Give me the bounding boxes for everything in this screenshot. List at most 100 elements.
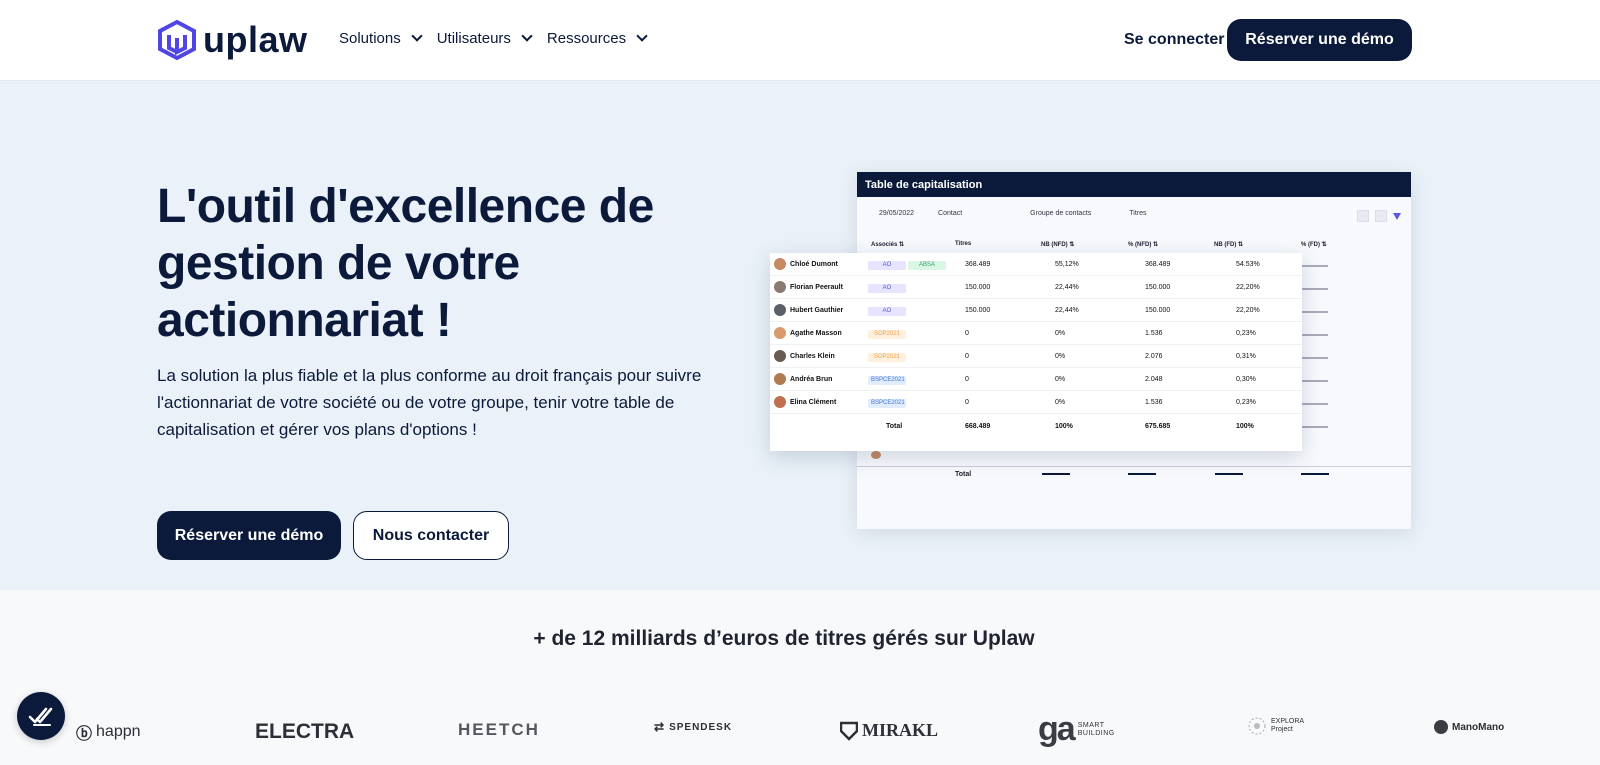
- status-badge: BSPCE2021: [868, 399, 906, 408]
- status-badge: AO: [868, 284, 906, 293]
- status-badge: AO: [868, 307, 906, 316]
- placeholder-line: [1302, 334, 1328, 336]
- shareholder-name: Florian Peerault: [790, 284, 843, 291]
- placeholder-line: [1301, 473, 1329, 475]
- pct-nfd-value: 55,12%: [1055, 261, 1079, 268]
- col-nb-fd[interactable]: NB (FD) ⇅: [1214, 241, 1243, 248]
- nb-fd-value: 368.489: [1145, 261, 1171, 268]
- titres-value: 150.000: [965, 307, 991, 314]
- titres-value: 368.489: [965, 261, 991, 268]
- pct-nfd-value: 0%: [1055, 399, 1066, 406]
- table-row[interactable]: Elina Clément BSPCE2021 0 0% 1.536 0,23%: [770, 391, 1302, 414]
- explora-text: EXPLORA Project: [1271, 718, 1304, 734]
- placeholder-line: [1215, 473, 1243, 475]
- placeholder-line: [1302, 265, 1328, 267]
- logo-text: uplaw: [203, 19, 308, 60]
- background-total-row: Total: [857, 466, 1411, 480]
- client-logos: ⓑ happn ELECTRA HEETCH ⇄ SPENDESK MIRAKL…: [0, 700, 1600, 760]
- table-row[interactable]: Hubert Gauthier AO 150.000 22,44% 150.00…: [770, 299, 1302, 322]
- avatar: [774, 327, 786, 339]
- avatar: [774, 396, 786, 408]
- placeholder-line: [1302, 288, 1328, 290]
- table-row[interactable]: Charles Klein SOP2021 0 0% 2.076 0,31%: [770, 345, 1302, 368]
- pct-nfd-value: 0%: [1055, 376, 1066, 383]
- nav-demo-button[interactable]: Réserver une démo: [1227, 19, 1412, 61]
- col-pct-fd[interactable]: % (FD) ⇅: [1301, 241, 1327, 248]
- client-logo-smart-building: ga SMART BUILDING: [1038, 710, 1122, 749]
- total-pct-nfd: 100%: [1055, 423, 1073, 430]
- placeholder-line: [1302, 311, 1328, 313]
- col-associes[interactable]: Associés ⇅: [871, 241, 904, 248]
- shareholder-name: Charles Klein: [790, 353, 835, 360]
- cap-table-title: Table de capitalisation: [857, 172, 1411, 197]
- chat-widget-button[interactable]: [17, 692, 65, 740]
- client-logo-mirakl: MIRAKL: [840, 720, 938, 741]
- contact-filter[interactable]: Contact: [938, 210, 962, 217]
- client-name: MIRAKL: [862, 720, 938, 740]
- settings-icon[interactable]: [1375, 210, 1387, 222]
- pct-nfd-value: 0%: [1055, 353, 1066, 360]
- double-check-icon: [28, 707, 53, 726]
- col-titres[interactable]: Titres: [955, 241, 971, 247]
- pct-fd-value: 22,20%: [1236, 307, 1260, 314]
- nb-fd-value: 150.000: [1145, 307, 1171, 314]
- login-link[interactable]: Se connecter: [1124, 31, 1224, 49]
- client-name: SPENDESK: [669, 721, 733, 733]
- spendesk-logo-icon: ⇄: [654, 720, 666, 734]
- menu-label: Ressources: [546, 30, 627, 47]
- nb-fd-value: 1.536: [1145, 399, 1163, 406]
- menu-label: Utilisateurs: [436, 30, 511, 47]
- stats-title: + de 12 milliards d’euros de titres géré…: [533, 627, 1035, 650]
- total-titres: 668.489: [965, 423, 991, 430]
- table-row[interactable]: Agathe Masson SOP2021 0 0% 1.536 0,23%: [770, 322, 1302, 345]
- cap-table-tools: [1357, 210, 1401, 222]
- shareholder-name: Elina Clément: [790, 399, 837, 406]
- menu-ressources[interactable]: Ressources: [546, 30, 648, 47]
- table-row[interactable]: Florian Peerault AO 150.000 22,44% 150.0…: [770, 276, 1302, 299]
- cap-table-header: Associés ⇅ Titres NB (NFD) ⇅ % (NFD) ⇅ N…: [857, 241, 1411, 253]
- date-filter[interactable]: 29/05/2022: [867, 210, 914, 217]
- client-logo-explora: EXPLORA Project: [1247, 716, 1304, 736]
- export-icon[interactable]: [1357, 210, 1369, 222]
- client-logo-spendesk: ⇄ SPENDESK: [654, 720, 732, 734]
- shareholders-panel: Chloé Dumont AO ABSA 368.489 55,12% 368.…: [770, 253, 1302, 451]
- col-nb-nfd[interactable]: NB (NFD) ⇅: [1041, 241, 1074, 248]
- col-pct-nfd[interactable]: % (NFD) ⇅: [1128, 241, 1158, 248]
- client-name: happn: [96, 723, 141, 740]
- main-menu: Solutions Utilisateurs Ressources: [339, 30, 648, 47]
- cap-table-filters: 29/05/2022 Contact Groupe de contacts Ti…: [867, 210, 1147, 217]
- top-navbar: uplaw Solutions Utilisateurs Ressources …: [0, 0, 1600, 81]
- client-name: SMART BUILDING: [1077, 721, 1115, 737]
- status-badge: ABSA: [908, 261, 946, 270]
- avatar: [774, 304, 786, 316]
- table-row[interactable]: Andréa Brun BSPCE2021 0 0% 2.048 0,30%: [770, 368, 1302, 391]
- pct-nfd-value: 22,44%: [1055, 284, 1079, 291]
- shareholder-name: Hubert Gauthier: [790, 307, 844, 314]
- placeholder-line: [1302, 403, 1328, 405]
- pct-fd-value: 0,23%: [1236, 399, 1256, 406]
- avatar: [774, 373, 786, 385]
- titles-filter[interactable]: Titres: [1115, 210, 1146, 217]
- menu-solutions[interactable]: Solutions: [339, 30, 423, 47]
- titres-value: 0: [965, 399, 969, 406]
- group-filter[interactable]: Groupe de contacts: [986, 210, 1091, 217]
- pct-fd-value: 54.53%: [1236, 261, 1260, 268]
- client-subname: Project: [1271, 726, 1293, 733]
- table-row[interactable]: Chloé Dumont AO ABSA 368.489 55,12% 368.…: [770, 253, 1302, 276]
- chevron-down-icon: [411, 30, 423, 42]
- placeholder-line: [1302, 380, 1328, 382]
- uplaw-logo[interactable]: uplaw: [157, 20, 308, 60]
- menu-utilisateurs[interactable]: Utilisateurs: [436, 30, 533, 47]
- client-name: ManoMano: [1452, 721, 1505, 733]
- pct-fd-value: 0,30%: [1236, 376, 1256, 383]
- avatar: [774, 350, 786, 362]
- nb-fd-value: 1.536: [1145, 330, 1163, 337]
- nb-fd-value: 2.076: [1145, 353, 1163, 360]
- manomano-logo-icon: [1434, 720, 1448, 734]
- filter-icon[interactable]: [1393, 212, 1401, 220]
- hero-demo-button[interactable]: Réserver une démo: [157, 511, 341, 560]
- total-nb-fd: 675.685: [1145, 423, 1171, 430]
- explora-logo-icon: [1248, 717, 1266, 735]
- status-badge: BSPCE2021: [868, 376, 906, 385]
- contact-button[interactable]: Nous contacter: [353, 511, 509, 560]
